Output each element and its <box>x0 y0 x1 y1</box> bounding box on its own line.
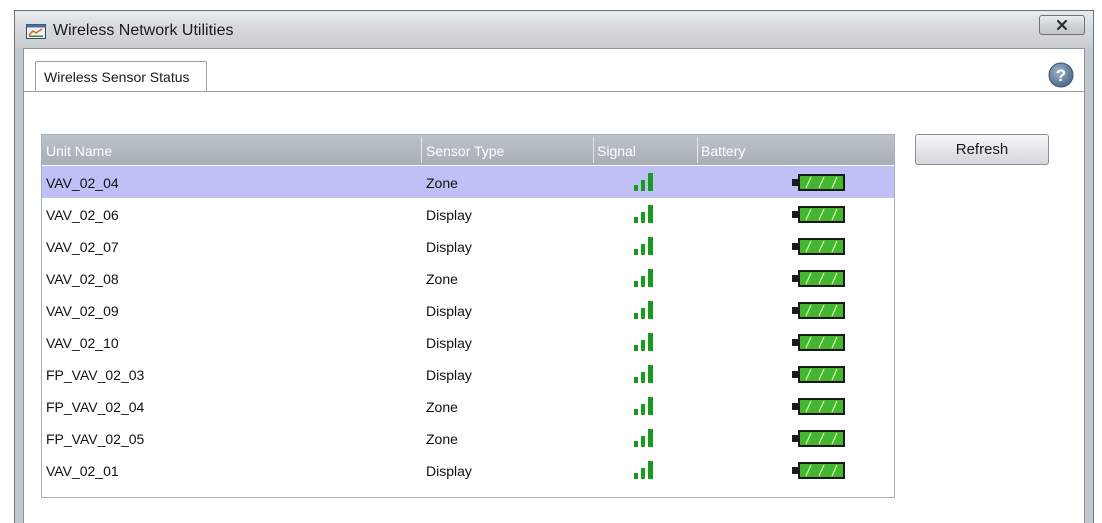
help-icon[interactable]: ? <box>1048 62 1074 88</box>
signal-strength-icon <box>634 429 653 447</box>
signal-strength-icon <box>634 397 653 415</box>
sensor-type-cell: Display <box>426 239 472 255</box>
battery-full-icon <box>792 302 845 319</box>
close-button[interactable] <box>1039 15 1085 35</box>
sensor-type-cell: Display <box>426 367 472 383</box>
table-row[interactable]: VAV_02_01 Display <box>42 454 894 486</box>
table-row[interactable]: VAV_02_09 Display <box>42 294 894 326</box>
title-bar[interactable]: Wireless Network Utilities <box>15 11 1093 48</box>
tab-strip: Wireless Sensor Status ? <box>24 49 1084 92</box>
battery-full-icon <box>792 270 845 287</box>
table-row[interactable]: VAV_02_10 Display <box>42 326 894 358</box>
signal-strength-icon <box>634 301 653 319</box>
column-divider[interactable] <box>593 137 594 163</box>
battery-full-icon <box>792 238 845 255</box>
column-header-battery[interactable]: Battery <box>701 143 745 159</box>
sensor-list[interactable]: Unit Name Sensor Type Signal Battery VAV… <box>41 134 895 498</box>
column-header-sensor-type[interactable]: Sensor Type <box>426 143 504 159</box>
table-row[interactable]: VAV_02_06 Display <box>42 198 894 230</box>
list-body: VAV_02_04 Zone VAV_02_06 Display VAV_02_07 Di… <box>42 166 894 486</box>
table-row[interactable]: FP_VAV_02_05 Zone <box>42 422 894 454</box>
sensor-type-cell: Zone <box>426 399 458 415</box>
battery-full-icon <box>792 462 845 479</box>
battery-full-icon <box>792 366 845 383</box>
app-window-icon <box>26 24 46 39</box>
signal-strength-icon <box>634 461 653 479</box>
sensor-type-cell: Display <box>426 303 472 319</box>
column-header-unit-name[interactable]: Unit Name <box>46 143 112 159</box>
unit-name-cell: FP_VAV_02_05 <box>46 431 145 447</box>
table-row[interactable]: FP_VAV_02_03 Display <box>42 358 894 390</box>
tab-wireless-sensor-status[interactable]: Wireless Sensor Status <box>35 61 207 92</box>
sensor-type-cell: Display <box>426 335 472 351</box>
unit-name-cell: VAV_02_10 <box>46 335 119 351</box>
sensor-type-cell: Zone <box>426 431 458 447</box>
column-header-signal[interactable]: Signal <box>597 143 636 159</box>
signal-strength-icon <box>634 173 653 191</box>
unit-name-cell: VAV_02_06 <box>46 207 119 223</box>
column-divider[interactable] <box>421 137 422 163</box>
battery-full-icon <box>792 398 845 415</box>
list-header: Unit Name Sensor Type Signal Battery <box>42 135 894 165</box>
battery-full-icon <box>792 430 845 447</box>
sensor-type-cell: Zone <box>426 271 458 287</box>
signal-strength-icon <box>634 205 653 223</box>
column-divider[interactable] <box>697 137 698 163</box>
refresh-button[interactable]: Refresh <box>915 134 1049 165</box>
table-row[interactable]: VAV_02_07 Display <box>42 230 894 262</box>
client-area: Wireless Sensor Status ? Unit Name Senso… <box>23 48 1085 523</box>
unit-name-cell: VAV_02_08 <box>46 271 119 287</box>
unit-name-cell: VAV_02_04 <box>46 175 119 191</box>
unit-name-cell: VAV_02_09 <box>46 303 119 319</box>
battery-full-icon <box>792 334 845 351</box>
signal-strength-icon <box>634 237 653 255</box>
sensor-type-cell: Display <box>426 463 472 479</box>
app-window: Wireless Network Utilities Wireless Sens… <box>14 10 1094 523</box>
sensor-type-cell: Display <box>426 207 472 223</box>
signal-strength-icon <box>634 269 653 287</box>
unit-name-cell: VAV_02_01 <box>46 463 119 479</box>
unit-name-cell: FP_VAV_02_03 <box>46 367 145 383</box>
battery-full-icon <box>792 174 845 191</box>
tab-strip-divider <box>24 91 1084 92</box>
unit-name-cell: VAV_02_07 <box>46 239 119 255</box>
table-row[interactable]: VAV_02_04 Zone <box>42 166 894 198</box>
signal-strength-icon <box>634 365 653 383</box>
signal-strength-icon <box>634 333 653 351</box>
unit-name-cell: FP_VAV_02_04 <box>46 399 145 415</box>
window-title: Wireless Network Utilities <box>53 22 234 39</box>
sensor-type-cell: Zone <box>426 175 458 191</box>
svg-text:?: ? <box>1056 66 1066 85</box>
table-row[interactable]: VAV_02_08 Zone <box>42 262 894 294</box>
close-icon <box>1056 19 1068 31</box>
battery-full-icon <box>792 206 845 223</box>
table-row[interactable]: FP_VAV_02_04 Zone <box>42 390 894 422</box>
